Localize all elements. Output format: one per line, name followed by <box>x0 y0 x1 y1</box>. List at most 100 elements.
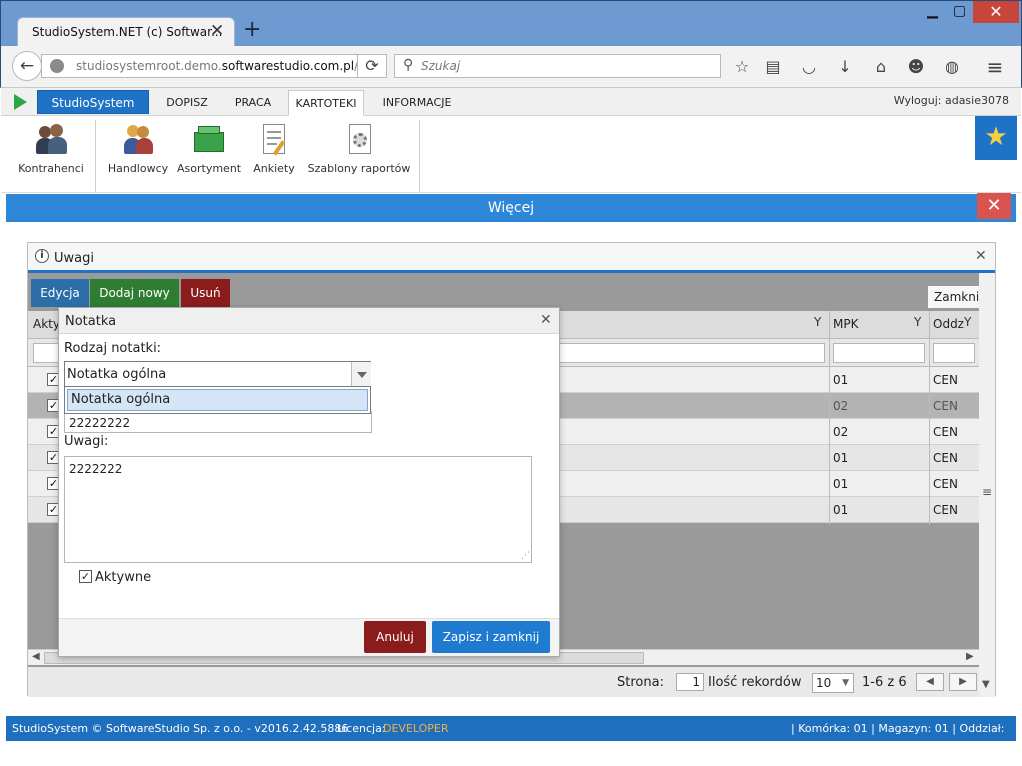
app-menubar: StudioSystem DOPISZ PRACA KARTOTEKI INFO… <box>1 88 1021 116</box>
filter-funnel-icon[interactable]: Y <box>814 315 821 329</box>
cell-mpk: 02 <box>833 399 849 413</box>
cancel-button[interactable]: Anuluj <box>364 621 426 653</box>
dialog-title: Notatka <box>65 314 117 329</box>
home-icon[interactable]: ⌂ <box>870 56 892 78</box>
tab-close-icon[interactable]: ✕ <box>210 21 224 41</box>
menu-tab-praca[interactable]: PRACA <box>225 90 281 116</box>
notes-label: Uwagi: <box>64 434 109 449</box>
note-type-value: Notatka ogólna <box>67 367 167 382</box>
chevron-down-icon[interactable] <box>351 362 371 386</box>
save-close-button[interactable]: Zapisz i zamknij <box>432 621 550 653</box>
prev-page-icon[interactable]: ◀ <box>916 673 944 691</box>
info-icon: i <box>35 249 49 263</box>
ribbon-asortyment[interactable]: Asortyment <box>177 122 241 175</box>
edit-button[interactable]: Edycja <box>31 279 89 307</box>
ribbon-separator <box>95 120 96 192</box>
ribbon: Kontrahenci Handlowcy Asortyment Ankiety <box>1 116 1021 193</box>
records-label: Ilość rekordów <box>708 675 802 690</box>
filter-input-branch[interactable] <box>933 343 975 363</box>
page-size-value: 10 <box>816 676 832 690</box>
ribbon-handlowcy[interactable]: Handlowcy <box>105 122 171 175</box>
menu-icon[interactable]: ≡ <box>984 56 1006 78</box>
ribbon-szablony-raportow[interactable]: Szablony raportów <box>306 122 412 175</box>
play-icon[interactable] <box>14 94 27 110</box>
scroll-left-icon[interactable]: ◀ <box>32 651 40 662</box>
url-bar[interactable]: studiosystemroot.demo.softwarestudio.com… <box>41 54 387 78</box>
filter-funnel-icon[interactable]: Y <box>964 315 971 329</box>
globe-icon[interactable]: ◍ <box>941 56 963 78</box>
more-close-icon[interactable]: ✕ <box>977 193 1011 219</box>
column-header-branch[interactable]: Oddz <box>933 317 964 331</box>
maximize-icon[interactable]: ▢ <box>946 1 973 23</box>
reload-icon[interactable]: ⟳ <box>357 54 387 78</box>
column-divider <box>829 311 830 525</box>
cell-branch: CEN <box>933 477 958 491</box>
chevron-down-icon: ▼ <box>842 678 849 688</box>
note-type-label: Rodzaj notatki: <box>64 341 162 356</box>
page-number-input[interactable]: 1 <box>676 673 704 691</box>
active-checkbox[interactable]: ✓ <box>79 570 92 583</box>
ribbon-label: Handlowcy <box>107 162 169 175</box>
filter-funnel-icon[interactable]: Y <box>914 315 921 329</box>
window-close-icon[interactable]: ✕ <box>973 1 1019 23</box>
note-type-select[interactable]: Notatka ogólna <box>64 361 371 387</box>
ribbon-label: Asortyment <box>177 162 242 175</box>
scroll-right-icon[interactable]: ▶ <box>966 651 974 662</box>
favorites-star-icon[interactable]: ★ <box>975 116 1017 160</box>
footer-copyright: StudioSystem © SoftwareStudio Sp. z o.o.… <box>12 722 349 735</box>
new-tab-icon[interactable]: + <box>243 19 261 41</box>
dialog-close-icon[interactable]: ✕ <box>540 312 552 328</box>
cell-mpk: 01 <box>833 477 849 491</box>
note-dialog: Notatka ✕ Rodzaj notatki: Notatka ogólna… <box>58 307 560 657</box>
emoji-icon[interactable]: ☻ <box>905 56 927 78</box>
filter-input-mpk[interactable] <box>833 343 925 363</box>
footer-license-label: Licencja: <box>337 722 386 735</box>
ribbon-kontrahenci[interactable]: Kontrahenci <box>15 122 87 175</box>
dialog-footer: Anuluj Zapisz i zamknij <box>59 618 559 656</box>
uwagi-header: i Uwagi ✕ <box>28 243 995 273</box>
bookmark-star-icon[interactable]: ☆ <box>731 56 753 78</box>
more-bar[interactable]: Więcej <box>6 194 1016 222</box>
column-header-active[interactable]: Akty <box>33 317 60 331</box>
add-new-button[interactable]: Dodaj nowy <box>90 279 179 307</box>
browser-titlebar: StudioSystem.NET (c) Softwar... ✕ + ▁ ▢ … <box>0 0 1022 47</box>
delete-button[interactable]: Usuń <box>181 279 230 307</box>
resize-grip-icon[interactable]: ⋰ <box>521 551 530 561</box>
cell-mpk: 01 <box>833 451 849 465</box>
brand-button[interactable]: StudioSystem <box>37 90 149 114</box>
download-icon[interactable]: ↓ <box>834 56 856 78</box>
cell-branch: CEN <box>933 373 958 387</box>
browser-tab[interactable]: StudioSystem.NET (c) Softwar... ✕ <box>17 17 235 47</box>
note-type-dropdown: Notatka ogólna <box>64 386 371 414</box>
column-divider <box>929 311 930 525</box>
uwagi-close-icon[interactable]: ✕ <box>975 248 987 264</box>
pocket-icon[interactable]: ◡ <box>798 56 820 78</box>
next-page-icon[interactable]: ▶ <box>949 673 977 691</box>
dropdown-option[interactable]: Notatka ogólna <box>67 389 368 411</box>
minimize-icon[interactable]: ▁ <box>919 1 946 23</box>
cell-branch: CEN <box>933 399 958 413</box>
menu-tab-informacje[interactable]: INFORMACJE <box>374 90 460 116</box>
vertical-scrollbar[interactable]: ≡ ▼ <box>979 273 995 697</box>
number-value: 22222222 <box>69 416 131 430</box>
menu-tab-dopisz[interactable]: DOPISZ <box>158 90 216 116</box>
menu-tab-kartoteki[interactable]: KARTOTEKI <box>288 90 364 116</box>
footer-status: | Komórka: 01 | Magazyn: 01 | Oddział: C… <box>791 722 1005 760</box>
notes-textarea[interactable]: 2222222 ⋰ <box>64 456 532 563</box>
number-input[interactable]: 22222222 <box>64 411 372 433</box>
records-range: 1-6 z 6 <box>862 675 907 690</box>
page-size-select[interactable]: 10 ▼ <box>812 673 854 693</box>
browser-navbar: studiosystemroot.demo.softwarestudio.com… <box>0 46 1022 88</box>
reading-list-icon[interactable]: ▤ <box>762 56 784 78</box>
cell-branch: CEN <box>933 425 958 439</box>
ribbon-label: Ankiety <box>253 162 295 175</box>
search-icon: ⚲ <box>403 57 414 73</box>
search-input[interactable]: ⚲ Szukaj <box>394 54 721 78</box>
ribbon-ankiety[interactable]: Ankiety <box>251 122 297 175</box>
ribbon-label: Kontrahenci <box>18 162 84 175</box>
column-header-mpk[interactable]: MPK <box>833 317 858 331</box>
site-info-icon[interactable] <box>50 59 64 73</box>
logout-link[interactable]: Wyloguj: adasie3078 <box>894 94 1009 107</box>
back-arrow-icon[interactable]: ← <box>12 51 42 81</box>
scroll-down-icon[interactable]: ▼ <box>982 679 990 690</box>
